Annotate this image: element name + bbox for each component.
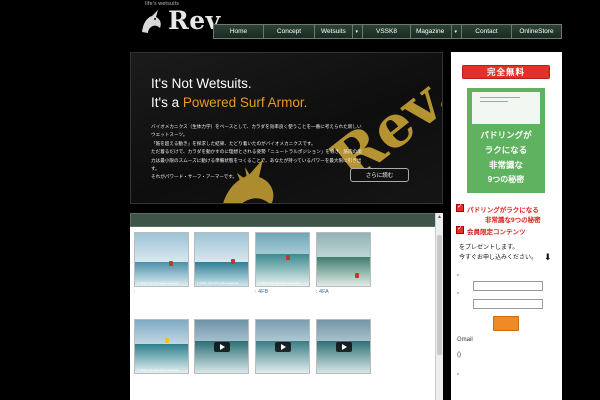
hero-headline-2: It's a Powered Surf Armor.	[151, 95, 307, 110]
gallery-scrollbar[interactable]: ▲	[435, 213, 443, 400]
chevron-down-icon[interactable]: ▾	[454, 29, 457, 35]
gallery-thumb[interactable]: © 2013, Rev.All rights reserved.	[134, 232, 189, 287]
thumb-copyright: © 2013, Rev.All rights reserved.	[137, 368, 180, 372]
signup-sidebar: 完全無料 パドリングが ラクになる 非常識な 9つの秘密 パドリングがラクになる…	[451, 52, 562, 400]
hero-headline-accent: Powered Surf Armor.	[182, 95, 308, 110]
photo-gallery: © 2013, Rev.All rights reserved. © 2013,…	[130, 227, 435, 400]
signup-prompt: 今すぐお申し込みください。	[459, 255, 538, 261]
hero-description: バイオメカニクス（生体力学）をベースとして、カラダを効率良く使うことを一番に考え…	[151, 124, 366, 183]
nav-wetsuits[interactable]: Wetsuits ▾	[315, 25, 363, 38]
scroll-up-arrow-icon[interactable]: ▲	[437, 214, 442, 220]
dropdown-divider: ▾	[451, 25, 461, 38]
hero-body-line: それがパワード・サーフ・アーマーです。	[151, 175, 237, 181]
benefit-line: 非常識な9つの秘密	[485, 217, 541, 224]
submit-button[interactable]	[493, 316, 519, 331]
gallery-thumb[interactable]: © 2013, Rev.All rights reserved.	[134, 319, 189, 374]
thumb-caption[interactable]: :	[134, 289, 136, 295]
check-icon	[456, 202, 464, 212]
thumb-copyright: © 2013, Rev.All rights reserved.	[137, 281, 180, 285]
read-more-button[interactable]: さらに読む	[350, 168, 409, 182]
thumb-sky	[195, 233, 248, 263]
gallery-video-thumb[interactable]	[316, 319, 371, 374]
email-field[interactable]	[473, 299, 543, 309]
nav-vssk8[interactable]: VSSK8	[363, 25, 411, 38]
nav-label: VSSK8	[376, 28, 397, 35]
gallery-header-bar	[130, 213, 443, 227]
nav-label: Magazine	[416, 28, 445, 35]
surfer	[286, 255, 290, 260]
required-mark: *	[457, 274, 459, 280]
nav-label: OnlineStore	[519, 28, 554, 35]
nav-label: Wetsuits	[321, 28, 346, 35]
hero-banner: Rev. It's Not Wetsuits. It's a Powered S…	[130, 52, 443, 204]
present-text: をプレゼントします。	[459, 245, 519, 251]
free-badge: 完全無料	[462, 65, 550, 79]
surfer	[231, 259, 235, 264]
nav-contact[interactable]: Contact	[462, 25, 512, 38]
ebook-cover[interactable]: パドリングが ラクになる 非常識な 9つの秘密	[467, 88, 545, 193]
thumb-caption[interactable]: : 4FA	[316, 289, 329, 295]
thumb-copyright: © 2013, Rev.All rights reserved.	[258, 281, 301, 285]
cover-text-line	[480, 101, 508, 102]
ebook-title-line: ラクになる	[484, 145, 528, 155]
benefit-line: パドリングがラクになる	[467, 207, 539, 214]
ebook-title-line: パドリングが	[480, 130, 532, 140]
gmail-label: Gmail	[457, 337, 473, 343]
thumb-wave	[317, 256, 370, 286]
hero-body-line: 「筋を超える動き」を探求した結果、たどり着いたのがバイオメカニクスです。	[151, 141, 316, 147]
unicorn-logo-icon[interactable]	[138, 8, 166, 36]
ebook-title-line: 非常識な	[488, 160, 523, 170]
name-field[interactable]	[473, 281, 543, 291]
hero-body-line: ただ着るだけで、カラダを動かすのに理想とされる姿勢「ニュートラルポジション」を導…	[151, 150, 362, 173]
play-icon[interactable]	[335, 341, 352, 352]
note-paren: ()	[457, 352, 461, 358]
play-icon[interactable]	[213, 341, 230, 352]
gallery-video-thumb[interactable]	[194, 319, 249, 374]
gallery-thumb[interactable]	[316, 232, 371, 287]
ebook-title-line: 9つの秘密	[487, 175, 525, 184]
nav-label: Contact	[475, 28, 498, 35]
gallery-thumb[interactable]: © 2013, Rev.All rights reserved.	[255, 232, 310, 287]
required-mark: *	[457, 292, 459, 298]
hero-headline-1: It's Not Wetsuits.	[151, 76, 252, 91]
benefit-line: 会員限定コンテンツ	[467, 229, 526, 236]
nav-label: Home	[229, 28, 248, 35]
surfer	[169, 261, 173, 266]
chevron-down-icon[interactable]: ▾	[355, 29, 358, 35]
surfer	[355, 273, 359, 278]
nav-onlinestore[interactable]: OnlineStore	[512, 25, 561, 38]
gallery-thumb[interactable]: © 2013, Rev.All rights reserved.	[194, 232, 249, 287]
dropdown-divider: ▾	[352, 25, 362, 38]
surfer	[165, 338, 169, 343]
scrollbar-thumb[interactable]	[437, 235, 442, 355]
hero-body-line: バイオメカニクス（生体力学）をベースとして、カラダを効率良く使うことを一番に考え…	[151, 125, 362, 139]
nav-label: Concept	[276, 28, 302, 35]
required-mark: *	[457, 373, 459, 379]
nav-magazine[interactable]: Magazine ▾	[411, 25, 462, 38]
cover-text-line	[480, 97, 520, 98]
nav-concept[interactable]: Concept	[264, 25, 315, 38]
nav-home[interactable]: Home	[214, 25, 264, 38]
gallery-video-thumb[interactable]	[255, 319, 310, 374]
hero-headline-prefix: It's a	[151, 95, 183, 110]
thumb-caption[interactable]: : 4FB	[255, 289, 268, 295]
play-icon[interactable]	[274, 341, 291, 352]
arrow-down-icon: ⬇	[544, 252, 552, 262]
main-nav: Home Concept Wetsuits ▾ VSSK8 Magazine ▾ C…	[213, 24, 562, 39]
thumb-copyright: © 2013, Rev.All rights reserved.	[197, 281, 240, 285]
ebook-cover-image	[472, 92, 540, 124]
thumb-sky	[135, 233, 188, 263]
check-icon	[456, 224, 464, 234]
